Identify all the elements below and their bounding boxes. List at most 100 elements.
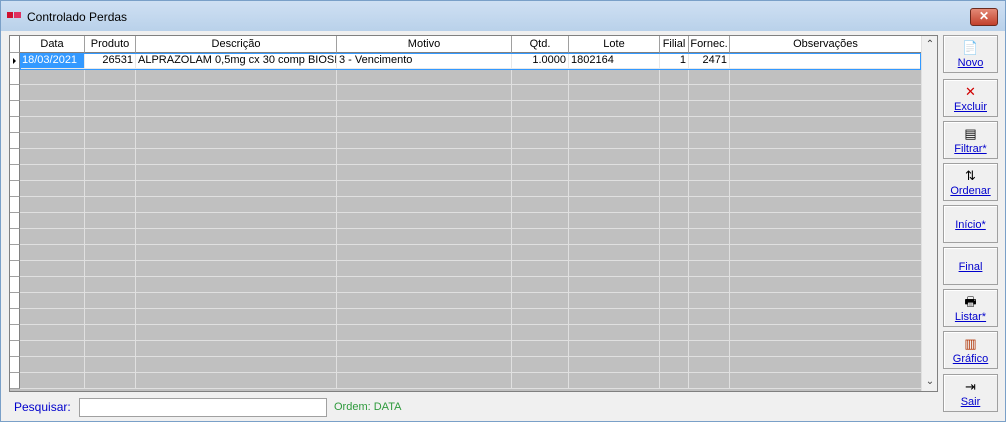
empty-cell[interactable] — [136, 293, 337, 309]
empty-cell[interactable] — [337, 373, 512, 389]
empty-cell[interactable] — [20, 133, 85, 149]
row-indicator[interactable] — [10, 53, 20, 69]
empty-cell[interactable] — [20, 69, 85, 85]
cell-filial[interactable]: 1 — [660, 53, 689, 69]
empty-cell[interactable] — [20, 85, 85, 101]
empty-cell[interactable] — [512, 197, 569, 213]
cell-qtd[interactable]: 1.0000 — [512, 53, 569, 69]
empty-cell[interactable] — [569, 85, 660, 101]
empty-cell[interactable] — [136, 69, 337, 85]
row-indicator[interactable] — [10, 341, 20, 357]
empty-cell[interactable] — [660, 229, 689, 245]
empty-cell[interactable] — [512, 213, 569, 229]
empty-cell[interactable] — [660, 341, 689, 357]
empty-cell[interactable] — [85, 165, 136, 181]
data-grid[interactable]: Data Produto Descrição Motivo Qtd. Lote Filial… — [9, 35, 938, 392]
empty-cell[interactable] — [85, 277, 136, 293]
empty-cell[interactable] — [660, 293, 689, 309]
inicio-button[interactable]: Início* — [943, 205, 998, 243]
empty-cell[interactable] — [660, 133, 689, 149]
column-header-observacoes[interactable]: Observações — [730, 36, 922, 53]
empty-cell[interactable] — [569, 101, 660, 117]
empty-cell[interactable] — [569, 277, 660, 293]
empty-cell[interactable] — [689, 261, 730, 277]
empty-cell[interactable] — [730, 213, 922, 229]
column-header-filial[interactable]: Filial — [660, 36, 689, 53]
empty-cell[interactable] — [85, 85, 136, 101]
empty-cell[interactable] — [20, 101, 85, 117]
empty-cell[interactable] — [569, 341, 660, 357]
empty-cell[interactable] — [512, 133, 569, 149]
empty-cell[interactable] — [136, 101, 337, 117]
empty-cell[interactable] — [689, 229, 730, 245]
empty-cell[interactable] — [136, 229, 337, 245]
empty-cell[interactable] — [136, 245, 337, 261]
empty-cell[interactable] — [689, 165, 730, 181]
row-indicator[interactable] — [10, 69, 20, 85]
empty-cell[interactable] — [689, 117, 730, 133]
empty-cell[interactable] — [136, 341, 337, 357]
filtrar-button[interactable]: ▤ Filtrar* — [943, 121, 998, 159]
empty-cell[interactable] — [85, 325, 136, 341]
excluir-button[interactable]: ✕ Excluir — [943, 79, 998, 117]
empty-cell[interactable] — [512, 181, 569, 197]
scroll-up-icon[interactable]: ⌃ — [922, 37, 937, 53]
empty-cell[interactable] — [85, 293, 136, 309]
cell-lote[interactable]: 1802164 — [569, 53, 660, 69]
row-indicator[interactable] — [10, 293, 20, 309]
empty-cell[interactable] — [136, 373, 337, 389]
empty-cell[interactable] — [689, 357, 730, 373]
empty-cell[interactable] — [20, 149, 85, 165]
cell-observacoes[interactable] — [730, 53, 922, 69]
empty-cell[interactable] — [337, 357, 512, 373]
empty-cell[interactable] — [569, 133, 660, 149]
empty-cell[interactable] — [569, 293, 660, 309]
empty-cell[interactable] — [512, 309, 569, 325]
empty-cell[interactable] — [569, 197, 660, 213]
empty-cell[interactable] — [689, 101, 730, 117]
column-header-motivo[interactable]: Motivo — [337, 36, 512, 53]
empty-cell[interactable] — [20, 229, 85, 245]
empty-cell[interactable] — [689, 85, 730, 101]
empty-cell[interactable] — [512, 69, 569, 85]
column-header-lote[interactable]: Lote — [569, 36, 660, 53]
empty-cell[interactable] — [569, 117, 660, 133]
empty-cell[interactable] — [85, 373, 136, 389]
empty-cell[interactable] — [20, 117, 85, 133]
empty-cell[interactable] — [337, 325, 512, 341]
empty-cell[interactable] — [660, 277, 689, 293]
empty-cell[interactable] — [85, 229, 136, 245]
row-indicator[interactable] — [10, 309, 20, 325]
ordenar-button[interactable]: ⇅ Ordenar — [943, 163, 998, 201]
empty-cell[interactable] — [512, 373, 569, 389]
row-indicator[interactable] — [10, 117, 20, 133]
empty-cell[interactable] — [337, 197, 512, 213]
empty-cell[interactable] — [689, 69, 730, 85]
empty-cell[interactable] — [689, 341, 730, 357]
empty-cell[interactable] — [136, 277, 337, 293]
empty-cell[interactable] — [136, 261, 337, 277]
empty-cell[interactable] — [689, 181, 730, 197]
empty-cell[interactable] — [730, 325, 922, 341]
empty-cell[interactable] — [337, 277, 512, 293]
empty-cell[interactable] — [730, 229, 922, 245]
empty-cell[interactable] — [730, 341, 922, 357]
empty-cell[interactable] — [512, 149, 569, 165]
empty-cell[interactable] — [730, 149, 922, 165]
empty-cell[interactable] — [337, 101, 512, 117]
row-indicator[interactable] — [10, 197, 20, 213]
empty-cell[interactable] — [569, 213, 660, 229]
empty-cell[interactable] — [569, 357, 660, 373]
scroll-down-icon[interactable]: ⌄ — [922, 374, 937, 390]
close-button[interactable]: ✕ — [970, 8, 998, 26]
empty-cell[interactable] — [660, 69, 689, 85]
empty-cell[interactable] — [136, 309, 337, 325]
empty-cell[interactable] — [85, 261, 136, 277]
empty-cell[interactable] — [730, 133, 922, 149]
empty-cell[interactable] — [660, 101, 689, 117]
empty-cell[interactable] — [569, 229, 660, 245]
empty-cell[interactable] — [337, 117, 512, 133]
row-indicator[interactable] — [10, 229, 20, 245]
column-header-produto[interactable]: Produto — [85, 36, 136, 53]
empty-cell[interactable] — [660, 117, 689, 133]
